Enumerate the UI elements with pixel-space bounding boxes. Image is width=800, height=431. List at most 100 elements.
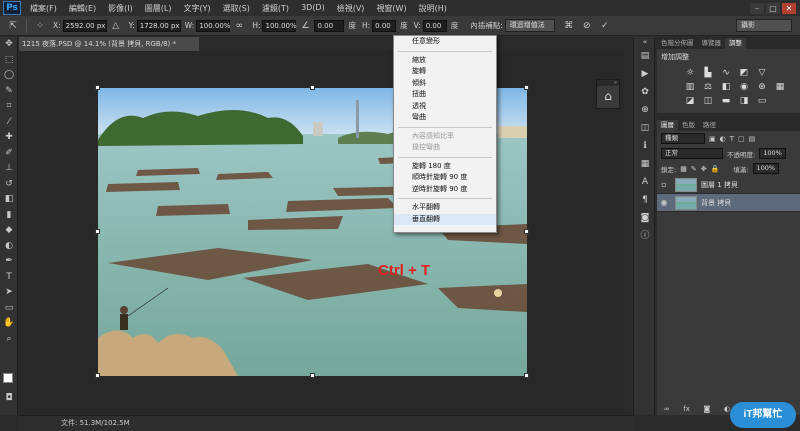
x-field[interactable]: 2592.00 px: [62, 19, 107, 32]
vibrance-icon[interactable]: ▽: [755, 67, 769, 79]
link-icon[interactable]: ∞: [233, 20, 245, 32]
lock-transparent-icon[interactable]: ▦: [680, 165, 687, 173]
layer-row[interactable]: ▫ 圖層 1 拷貝: [657, 176, 800, 194]
menu-item[interactable]: 選取(S): [217, 3, 256, 14]
maximize-icon[interactable]: □: [766, 2, 780, 14]
transform-handle-top-right[interactable]: [524, 85, 529, 90]
context-menu-item[interactable]: 旋轉: [394, 66, 496, 78]
workspace-select[interactable]: 攝影: [736, 19, 792, 32]
lasso-tool-icon[interactable]: ◯: [0, 68, 18, 84]
new-adjustment-icon[interactable]: ◐: [724, 405, 730, 413]
context-menu-item[interactable]: 傾斜: [394, 78, 496, 90]
lock-position-icon[interactable]: ✥: [701, 165, 707, 173]
move-tool-icon[interactable]: ✥: [0, 37, 18, 53]
document-tab[interactable]: 1215 夜落.PSD @ 14.1% (背景 拷貝, RGB/8) *: [19, 37, 199, 51]
context-menu-item[interactable]: 水平翻轉: [394, 202, 496, 214]
context-menu-item[interactable]: 透視: [394, 101, 496, 113]
brush-presets-icon[interactable]: ✿: [634, 83, 656, 101]
context-menu-item[interactable]: 縮放: [394, 55, 496, 67]
menu-item[interactable]: 視窗(W): [370, 3, 412, 14]
context-menu-item[interactable]: 旋轉 180 度: [394, 161, 496, 173]
channel-mixer-icon[interactable]: ⊛: [755, 81, 769, 93]
menu-item[interactable]: 編輯(E): [63, 3, 102, 14]
gradient-map-icon[interactable]: ▭: [755, 95, 769, 107]
marquee-tool-icon[interactable]: ⬚: [0, 53, 18, 69]
info-icon[interactable]: ℹ: [634, 137, 656, 155]
commit-transform-icon[interactable]: ✓: [599, 20, 611, 32]
zoom-tool-icon[interactable]: ⌕: [0, 332, 18, 348]
fill-field[interactable]: 100%: [752, 163, 780, 174]
hand-tool-icon[interactable]: ✋: [0, 316, 18, 332]
posterize-icon[interactable]: ◫: [701, 95, 715, 107]
context-menu-item[interactable]: 彎曲: [394, 112, 496, 124]
invert-icon[interactable]: ◪: [683, 95, 697, 107]
filter-smart-icon[interactable]: ▤: [749, 135, 756, 143]
menu-item[interactable]: 檔案(F): [24, 3, 63, 14]
menu-item[interactable]: 影像(I): [102, 3, 139, 14]
dodge-tool-icon[interactable]: ◐: [0, 239, 18, 255]
hue-saturation-icon[interactable]: ▥: [683, 81, 697, 93]
threshold-icon[interactable]: ▬: [719, 95, 733, 107]
clone-stamp-icon[interactable]: ⊥: [0, 161, 18, 177]
visibility-eye-icon[interactable]: ◉: [657, 198, 671, 207]
eyedropper-icon[interactable]: ⁄: [0, 115, 18, 131]
reference-point-icon[interactable]: ⁘: [34, 20, 46, 32]
pen-tool-icon[interactable]: ✒: [0, 254, 18, 270]
quick-select-icon[interactable]: ✎: [0, 84, 18, 100]
panel-tab[interactable]: 路徑: [699, 120, 720, 131]
panel-tool-icon[interactable]: ⌂: [597, 86, 619, 106]
hskew-field[interactable]: 0.00: [372, 19, 397, 32]
menu-item[interactable]: 3D(D): [295, 3, 331, 14]
filter-adjust-icon[interactable]: ◐: [720, 135, 726, 143]
brush-tool-icon[interactable]: ✐: [0, 146, 18, 162]
filter-pixel-icon[interactable]: ▣: [709, 135, 716, 143]
y-field[interactable]: 1728.00 px: [136, 19, 181, 32]
levels-icon[interactable]: ▙: [701, 67, 715, 79]
relative-position-icon[interactable]: △: [110, 20, 122, 32]
context-menu-item[interactable]: 任意變形: [394, 36, 496, 48]
exposure-icon[interactable]: ◩: [737, 67, 751, 79]
layer-filter-select[interactable]: 種類: [661, 133, 705, 144]
lock-all-icon[interactable]: 🔒: [711, 165, 720, 173]
panel-tab[interactable]: 導覽器: [698, 38, 726, 49]
width-field[interactable]: 100.00%: [196, 19, 230, 32]
transform-handle-top[interactable]: [310, 85, 315, 90]
photo-filter-icon[interactable]: ◉: [737, 81, 751, 93]
curves-icon[interactable]: ∿: [719, 67, 733, 79]
close-icon[interactable]: ✕: [782, 2, 796, 14]
visibility-eye-icon[interactable]: ▫: [657, 180, 671, 189]
swatches-icon[interactable]: ▦: [634, 155, 656, 173]
path-select-icon[interactable]: ➤: [0, 285, 18, 301]
layer-row[interactable]: ◉ 背景 拷貝: [657, 194, 800, 212]
healing-brush-icon[interactable]: ✚: [0, 130, 18, 146]
context-menu-item[interactable]: 順時針旋轉 90 度: [394, 172, 496, 184]
type-tool-icon[interactable]: T: [0, 270, 18, 286]
history-icon[interactable]: ▤: [634, 47, 656, 65]
filter-type-icon[interactable]: T: [730, 135, 734, 143]
blend-mode-select[interactable]: 正常: [661, 148, 723, 159]
eraser-tool-icon[interactable]: ◧: [0, 192, 18, 208]
menu-item[interactable]: 濾鏡(T): [256, 3, 295, 14]
transform-handle-bottom-left[interactable]: [95, 373, 100, 378]
brightness-icon[interactable]: ☼: [683, 67, 697, 79]
crop-tool-icon[interactable]: ⌗: [0, 99, 18, 115]
shape-tool-icon[interactable]: ▭: [0, 301, 18, 317]
vskew-field[interactable]: 0.00: [422, 19, 447, 32]
opacity-field[interactable]: 100%: [759, 148, 786, 159]
context-menu-item[interactable]: 扭曲: [394, 89, 496, 101]
cancel-transform-icon[interactable]: ⊘: [581, 20, 593, 32]
interpolation-select[interactable]: 環迴增值法: [504, 19, 555, 32]
properties-icon[interactable]: ◫: [634, 119, 656, 137]
angle-field[interactable]: 0.00: [314, 19, 345, 32]
history-brush-icon[interactable]: ↺: [0, 177, 18, 193]
styles-icon[interactable]: ◙: [634, 209, 656, 227]
context-menu-item[interactable]: 逆時針旋轉 90 度: [394, 184, 496, 196]
actions-icon[interactable]: ▶: [634, 65, 656, 83]
context-menu-item[interactable]: 垂直翻轉: [394, 213, 496, 225]
menu-item[interactable]: 檢視(V): [331, 3, 371, 14]
link-layers-icon[interactable]: ∞: [664, 405, 670, 413]
transform-handle-left[interactable]: [95, 229, 100, 234]
menu-item[interactable]: 圖層(L): [139, 3, 178, 14]
foreground-color-swatch[interactable]: [3, 373, 13, 383]
quick-mask-icon[interactable]: ◘: [0, 391, 18, 407]
